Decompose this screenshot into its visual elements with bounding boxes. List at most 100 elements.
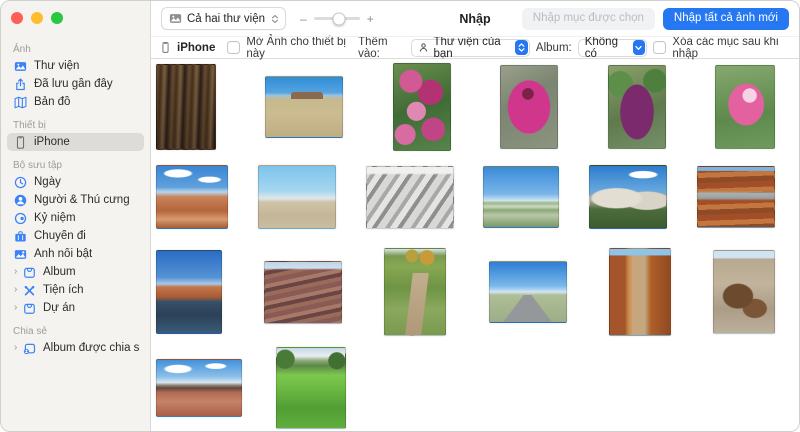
zoom-window-button[interactable] <box>51 12 63 24</box>
chevron-up-down-icon <box>270 13 280 25</box>
photo-thumbnail-orchids[interactable] <box>393 63 451 151</box>
photo-thumbnail-petrified-wood[interactable] <box>713 250 775 334</box>
sidebar-item-shared-album[interactable]: › Album được chia sẻ <box>7 339 144 357</box>
minimize-button[interactable] <box>31 12 43 24</box>
photo-thumbnail-purple-tulip[interactable] <box>608 65 666 149</box>
photo-thumbnail-bryce-canyon[interactable] <box>156 165 228 229</box>
photo-thumbnail-rock-reflection[interactable] <box>156 250 222 334</box>
toolbar: Cả hai thư viện – + Nhập Nhập mục được c… <box>151 1 799 37</box>
share-icon <box>14 78 28 91</box>
zoom-out-button[interactable]: – <box>300 14 307 24</box>
open-photos-label: Mở Ảnh cho thiết bị này <box>246 36 352 60</box>
sidebar-item-label: Kỷ niệm <box>34 212 76 225</box>
photo-thumbnail-green-meadow[interactable] <box>276 347 346 429</box>
sidebar-item-memories[interactable]: Kỷ niệm <box>7 209 144 227</box>
disclosure-chevron-icon[interactable]: › <box>14 343 23 353</box>
photo-thumbnail-tree-bark[interactable] <box>156 64 216 150</box>
suitcase-icon <box>14 230 28 243</box>
sidebar-item-album-box[interactable]: › Album <box>7 263 144 281</box>
person-icon <box>418 42 429 53</box>
sidebar-item-label: Chuyến đi <box>34 230 86 243</box>
project-box-icon <box>23 302 37 315</box>
album-dropdown[interactable]: Không có <box>578 39 648 57</box>
delete-after-import-checkbox[interactable] <box>653 41 666 54</box>
zoom-in-button[interactable]: + <box>367 14 374 24</box>
sidebar: Ảnh Thư viện Đã lưu gần đây Bản đồThiết bị i… <box>1 1 151 431</box>
album-value: Không có <box>585 36 627 60</box>
disclosure-chevron-icon[interactable]: › <box>14 267 23 277</box>
clock-icon <box>14 176 28 189</box>
photo-grid-row <box>156 63 775 151</box>
thumbnail-zoom-slider: – + <box>300 14 374 24</box>
import-all-button[interactable]: Nhập tất cả ảnh mới <box>663 8 789 30</box>
sidebar-item-label: Dự án <box>43 302 75 315</box>
sidebar-item-label: Thư viện <box>34 60 79 73</box>
photos-icon <box>14 60 28 73</box>
album-box-icon <box>23 266 37 279</box>
photo-thumbnail-stream-valley[interactable] <box>384 248 446 336</box>
photo-thumbnail-grass-butte[interactable] <box>265 76 343 138</box>
shared-album-icon <box>23 342 37 355</box>
sidebar-section-title: Ảnh <box>1 35 150 57</box>
photos-icon <box>169 12 182 25</box>
add-to-dropdown[interactable]: Thư viện của bạn <box>411 39 529 57</box>
photo-thumbnail-road-plain[interactable] <box>489 261 567 323</box>
sidebar-item-featured-photo[interactable]: Ảnh nổi bật <box>7 245 144 263</box>
utilities-icon <box>23 284 37 297</box>
sidebar-item-photos[interactable]: Thư viện <box>7 57 144 75</box>
library-selector-value: Cả hai thư viện <box>187 13 265 25</box>
add-to-label: Thêm vào: <box>358 36 405 60</box>
device-bar: iPhone Mở Ảnh cho thiết bị này Thêm vào:… <box>151 37 799 59</box>
photo-thumbnail-green-plain[interactable] <box>483 166 559 228</box>
window-controls <box>1 1 150 35</box>
photo-thumbnail-redrock-cliff[interactable] <box>697 166 775 228</box>
sidebar-item-label: Album được chia sẻ <box>43 342 140 355</box>
chevron-up-down-icon <box>515 40 528 55</box>
library-selector[interactable]: Cả hai thư viện <box>161 7 286 30</box>
photo-thumbnail-painted-desert[interactable] <box>156 359 242 417</box>
zoom-slider-track[interactable] <box>314 17 360 20</box>
import-selected-button[interactable]: Nhập mục được chọn <box>522 8 655 30</box>
delete-after-import-label: Xóa các mục sau khi nhập <box>672 36 790 60</box>
sidebar-item-suitcase[interactable]: Chuyến đi <box>7 227 144 245</box>
device-name: iPhone <box>177 42 215 54</box>
photo-grid-row <box>156 248 775 336</box>
sidebar-item-project-box[interactable]: › Dự án <box>7 299 144 317</box>
photo-thumbnail-magenta-tulip[interactable] <box>500 65 558 149</box>
featured-photo-icon <box>14 248 28 261</box>
memories-icon <box>14 212 28 225</box>
sidebar-section-title: Thiết bị <box>1 111 150 133</box>
sidebar-item-label: Tiện ích <box>43 284 83 297</box>
disclosure-chevron-icon[interactable]: › <box>14 285 23 295</box>
sidebar-item-share[interactable]: Đã lưu gần đây <box>7 75 144 93</box>
photo-thumbnail-grand-canyon[interactable] <box>264 261 342 324</box>
zoom-slider-thumb[interactable] <box>333 12 346 25</box>
photo-thumbnail-canyon-road[interactable] <box>609 248 671 336</box>
sidebar-item-clock[interactable]: Ngày <box>7 173 144 191</box>
sidebar-item-label: iPhone <box>34 136 70 149</box>
sidebar-section-title: Chia sẻ <box>1 317 150 339</box>
sidebar-item-people[interactable]: Người & Thú cưng <box>7 191 144 209</box>
sidebar-item-label: Album <box>43 266 76 279</box>
sidebar-item-label: Người & Thú cưng <box>34 194 130 207</box>
photo-thumbnail-bw-canyon[interactable] <box>366 166 454 229</box>
photo-thumbnail-zion-domes[interactable] <box>589 165 667 229</box>
sidebar-item-label: Đã lưu gần đây <box>34 78 113 91</box>
sidebar-item-label: Ảnh nổi bật <box>34 248 92 261</box>
photo-thumbnail-desert-plain[interactable] <box>258 165 336 229</box>
photo-grid <box>151 63 799 430</box>
sidebar-item-map[interactable]: Bản đồ <box>7 93 144 111</box>
sidebar-item-utilities[interactable]: › Tiện ích <box>7 281 144 299</box>
add-to-value: Thư viện của bạn <box>433 36 509 60</box>
iphone-icon <box>14 136 28 149</box>
close-button[interactable] <box>11 12 23 24</box>
photo-thumbnail-pink-flower[interactable] <box>715 65 775 149</box>
sidebar-item-iphone[interactable]: iPhone <box>7 133 144 151</box>
people-icon <box>14 194 28 207</box>
photo-grid-row <box>156 346 775 430</box>
album-label: Album: <box>536 42 572 54</box>
photo-grid-row <box>156 164 775 230</box>
disclosure-chevron-icon[interactable]: › <box>14 303 23 313</box>
sidebar-section-title: Bộ sưu tập <box>1 151 150 173</box>
open-photos-checkbox[interactable] <box>227 41 240 54</box>
